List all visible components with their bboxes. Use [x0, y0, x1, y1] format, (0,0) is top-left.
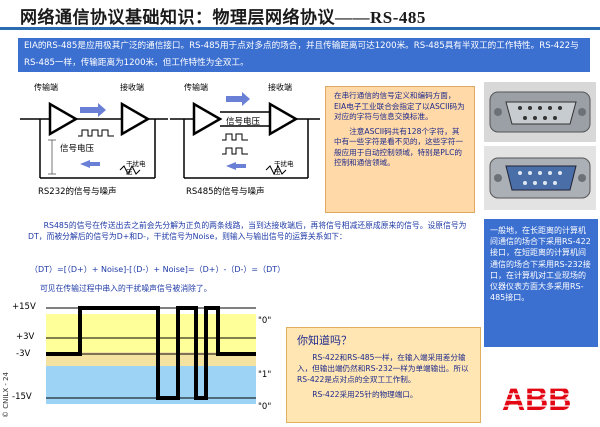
did-you-know-note: RS-422采用25针的物理端口。 [312, 390, 418, 399]
copyright-notice: © CNILX - 24 [0, 370, 12, 420]
did-you-know-box: 你知道吗？ RS-422和RS-485一样，在输入端采用差分输入，但输出端仍然和… [286, 327, 481, 423]
logic-label: "1" [258, 370, 272, 380]
ascii-para-2: 注意ASCII码共有128个字符，其中有一些字符是看不见的，这些字符一般应用于自… [334, 126, 464, 168]
rs485-sender-label: 传输端 [184, 83, 208, 92]
rs485-explanation: RS485的信号在传送出去之前会先分解为正负的两条线路，当到达接收端后，再将信号… [28, 220, 476, 242]
level-label: -3V [16, 349, 31, 359]
rs232-signal-label: 信号电压 [60, 144, 95, 154]
direction-arrow-icon [226, 92, 250, 106]
did-you-know-title: 你知道吗？ [297, 334, 352, 347]
ascii-info-box: 在串行通信的信号定义和编码方面，EIA电子工业联合会指定了以ASCII码为对应的… [325, 86, 475, 213]
logic-label: "0" [258, 316, 272, 326]
level-label: -15V [12, 392, 32, 402]
rs485-noise-label: 干扰电压 [274, 160, 294, 176]
ascii-para-1: 在串行通信的信号定义和编码方面，EIA电子工业联合会指定了以ASCII码为对应的… [334, 91, 465, 121]
noise-conclusion: 可见在传输过程中串入的干扰噪声信号被消除了。 [40, 284, 212, 293]
rs485-diagram-svg [170, 92, 320, 179]
direction-arrow-icon [80, 103, 106, 117]
logic-label: "0" [258, 402, 272, 412]
rs232-receiver-label: 接收端 [120, 83, 144, 92]
noise-arrow-icon [226, 162, 246, 170]
noise-formula: （DT）=[（D+）+ Noise]-[（D-）+ Noise]=（D+）-（D… [30, 265, 286, 274]
title-divider [0, 27, 600, 30]
transmitter-triangle-icon [192, 101, 223, 137]
explanation-text: RS485的信号在传送出去之前会先分解为正负的两条线路，当到达接收端后，再将信号… [28, 221, 467, 241]
rs232-caption: RS232的信号与噪声 [38, 187, 117, 197]
rs232-sender-label: 传输端 [34, 83, 58, 92]
rs485-diagram: 传输端 接收端 信号电压 干扰电压 RS485的信号与噪声 [170, 82, 322, 198]
page-title: 网络通信协议基础知识：物理层网络协议——RS-485 [20, 8, 426, 27]
db9-male-connector-icon [484, 82, 596, 142]
abb-logo-text: ABB [502, 381, 571, 414]
abb-logo-svg: ABB [502, 381, 588, 417]
copyright-text: © CNILX - 24 [2, 372, 10, 418]
noise-arrow-icon [80, 160, 100, 168]
intro-banner: EIA的RS-485是应用极其广泛的通信接口。RS-485用于点对多点的场合，并… [18, 38, 590, 72]
transmitter-triangle-icon [48, 101, 79, 137]
abb-logo: ABB [502, 380, 588, 417]
level-label: +15V [12, 302, 36, 312]
rs232-voltage-waveform: +15V +3V -3V -15V "0" "1" "0" [10, 298, 290, 420]
rs232-diagram: 传输端 接收端 信号电压 干扰电压 RS232的信号与噪声 [20, 82, 170, 198]
pulse-waveform [78, 129, 114, 137]
did-you-know-body: RS-422和RS-485一样，在输入端采用差分输入，但输出端仍然和RS-232… [297, 353, 469, 384]
level-label: +3V [16, 332, 35, 342]
rs232-diagram-svg [20, 101, 168, 179]
rs232-noise-label: 干扰电压 [126, 160, 146, 176]
rs485-caption: RS485的信号与噪声 [186, 187, 265, 197]
high-band [46, 314, 256, 352]
rs485-receiver-label: 接收端 [268, 83, 292, 92]
pulse-waveform [222, 133, 248, 141]
waveform-svg [46, 306, 256, 404]
db9-female-connector-icon [484, 146, 596, 210]
rs485-signal-label: 信号电压 [226, 117, 261, 127]
receiver-triangle-icon [268, 101, 299, 137]
usage-info-box: 一般地，在长距离的计算机间通信的场合下采用RS-422接口，在短距离的计算机间通… [484, 219, 598, 347]
receiver-triangle-icon [120, 101, 151, 137]
